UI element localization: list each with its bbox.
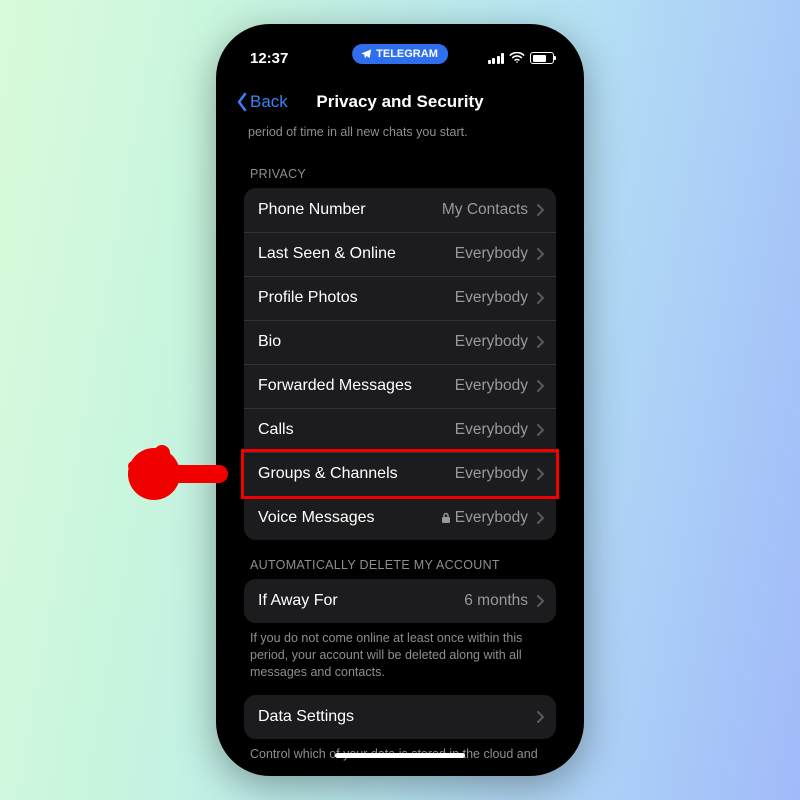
wifi-icon — [509, 52, 525, 64]
row-value: Everybody — [455, 289, 528, 307]
chevron-left-icon — [236, 92, 248, 112]
chevron-right-icon — [536, 710, 544, 724]
row-value: My Contacts — [442, 201, 528, 219]
row-label: Phone Number — [258, 201, 442, 219]
pill-label: TELEGRAM — [376, 48, 438, 60]
chevron-right-icon — [536, 203, 544, 217]
privacy-row-groups-channels[interactable]: Groups & ChannelsEverybody — [244, 452, 556, 496]
phone-screen: 12:37 TELEGRAM Back Privacy and Security — [228, 36, 572, 764]
row-label: Profile Photos — [258, 289, 455, 307]
row-value: Everybody — [455, 333, 528, 351]
privacy-header: PRIVACY — [244, 149, 556, 188]
telegram-icon — [360, 48, 372, 60]
auto-delete-header: AUTOMATICALLY DELETE MY ACCOUNT — [244, 540, 556, 579]
dynamic-island-pill[interactable]: TELEGRAM — [352, 44, 448, 64]
privacy-row-calls[interactable]: CallsEverybody — [244, 408, 556, 452]
chevron-right-icon — [536, 247, 544, 261]
lock-icon — [441, 512, 451, 524]
chevron-right-icon — [536, 594, 544, 608]
row-label: Calls — [258, 421, 455, 439]
privacy-row-bio[interactable]: BioEverybody — [244, 320, 556, 364]
chevron-right-icon — [536, 467, 544, 481]
if-away-for-value: 6 months — [464, 592, 528, 610]
chevron-right-icon — [536, 511, 544, 525]
status-bar: 12:37 TELEGRAM — [228, 36, 572, 80]
data-settings-row[interactable]: Data Settings — [244, 695, 556, 739]
home-indicator[interactable] — [335, 753, 465, 758]
chevron-right-icon — [536, 379, 544, 393]
nav-bar: Back Privacy and Security — [228, 80, 572, 124]
data-settings-footer: Control which of your data is stored in … — [244, 739, 556, 765]
if-away-for-label: If Away For — [258, 592, 464, 610]
privacy-row-profile-photos[interactable]: Profile PhotosEverybody — [244, 276, 556, 320]
back-button[interactable]: Back — [236, 92, 288, 112]
clipped-description: period of time in all new chats you star… — [244, 124, 556, 149]
settings-scroll[interactable]: period of time in all new chats you star… — [228, 124, 572, 764]
page-title: Privacy and Security — [316, 92, 483, 112]
row-value: Everybody — [455, 465, 528, 483]
auto-delete-group: If Away For 6 months — [244, 579, 556, 623]
privacy-row-forwarded-messages[interactable]: Forwarded MessagesEverybody — [244, 364, 556, 408]
row-label: Forwarded Messages — [258, 377, 455, 395]
status-time: 12:37 — [250, 50, 288, 67]
battery-icon — [530, 52, 554, 64]
chevron-right-icon — [536, 423, 544, 437]
back-label: Back — [250, 92, 288, 112]
row-value: Everybody — [455, 421, 528, 439]
privacy-row-voice-messages[interactable]: Voice MessagesEverybody — [244, 496, 556, 540]
row-value: Everybody — [455, 245, 528, 263]
phone-frame: 12:37 TELEGRAM Back Privacy and Security — [216, 24, 584, 776]
privacy-row-last-seen-online[interactable]: Last Seen & OnlineEverybody — [244, 232, 556, 276]
data-settings-label: Data Settings — [258, 708, 528, 726]
privacy-row-phone-number[interactable]: Phone NumberMy Contacts — [244, 188, 556, 232]
privacy-group: Phone NumberMy ContactsLast Seen & Onlin… — [244, 188, 556, 540]
row-label: Groups & Channels — [258, 465, 455, 483]
status-right — [488, 52, 555, 64]
chevron-right-icon — [536, 291, 544, 305]
data-settings-group: Data Settings — [244, 695, 556, 739]
if-away-for-row[interactable]: If Away For 6 months — [244, 579, 556, 623]
row-label: Voice Messages — [258, 509, 441, 527]
cellular-icon — [488, 53, 505, 64]
row-label: Bio — [258, 333, 455, 351]
row-value: Everybody — [455, 377, 528, 395]
row-value: Everybody — [441, 509, 528, 527]
auto-delete-footer: If you do not come online at least once … — [244, 623, 556, 681]
row-label: Last Seen & Online — [258, 245, 455, 263]
chevron-right-icon — [536, 335, 544, 349]
